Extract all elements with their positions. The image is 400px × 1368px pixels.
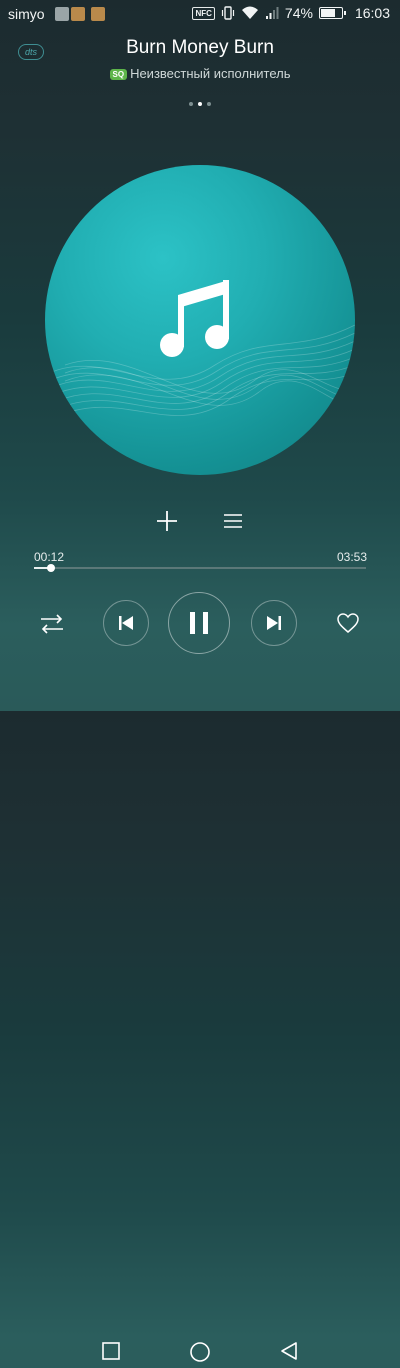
album-art[interactable] <box>45 165 355 475</box>
plus-icon <box>157 511 177 531</box>
music-note-icon <box>160 280 229 357</box>
wifi-icon <box>241 6 259 20</box>
pause-icon <box>190 612 208 634</box>
current-time: 00:12 <box>34 550 65 564</box>
heart-icon <box>337 613 359 633</box>
playlist-icon <box>224 514 242 528</box>
home-button[interactable] <box>189 1341 211 1368</box>
page-dot-active <box>198 102 202 106</box>
recent-apps-button[interactable] <box>101 1341 121 1366</box>
nfc-icon: NFC <box>192 6 215 20</box>
seek-bar[interactable] <box>34 564 366 572</box>
notification-icon <box>71 7 85 21</box>
clock: 16:03 <box>354 5 390 21</box>
page-indicator <box>0 102 400 106</box>
battery-icon <box>318 7 346 19</box>
playlist-button[interactable] <box>220 508 246 534</box>
shuffle-icon <box>41 614 63 634</box>
next-icon <box>267 616 281 630</box>
artist-name: Неизвестный исполнитель <box>130 66 291 81</box>
favorite-button[interactable] <box>336 612 360 634</box>
shuffle-button[interactable] <box>38 612 66 636</box>
back-icon <box>281 1342 297 1360</box>
battery-percent: 74% <box>284 5 313 21</box>
play-pause-button[interactable] <box>168 592 230 654</box>
page-dot <box>189 102 193 106</box>
sq-badge: SQ <box>109 69 128 80</box>
back-button[interactable] <box>279 1341 299 1366</box>
previous-button[interactable] <box>103 600 149 646</box>
battery-level <box>320 9 336 17</box>
vibrate-icon <box>221 6 235 20</box>
notification-icon <box>91 7 105 21</box>
page-dot <box>207 102 211 106</box>
previous-icon <box>119 616 133 630</box>
add-to-playlist-button[interactable] <box>154 508 180 534</box>
home-icon <box>190 1342 210 1362</box>
artist-row: SQ Неизвестный исполнитель <box>0 66 400 81</box>
navigation-bar <box>0 661 400 1362</box>
signal-icon <box>265 6 279 20</box>
seek-bar-thumb[interactable] <box>46 564 55 572</box>
notification-icon <box>55 7 69 21</box>
carrier-name: simyo <box>8 6 45 22</box>
total-time: 03:53 <box>336 550 367 564</box>
status-bar: simyo NFC 74% 16:03 <box>0 0 400 28</box>
song-title: Burn Money Burn <box>126 37 274 58</box>
recent-apps-icon <box>102 1342 120 1360</box>
next-button[interactable] <box>251 600 297 646</box>
